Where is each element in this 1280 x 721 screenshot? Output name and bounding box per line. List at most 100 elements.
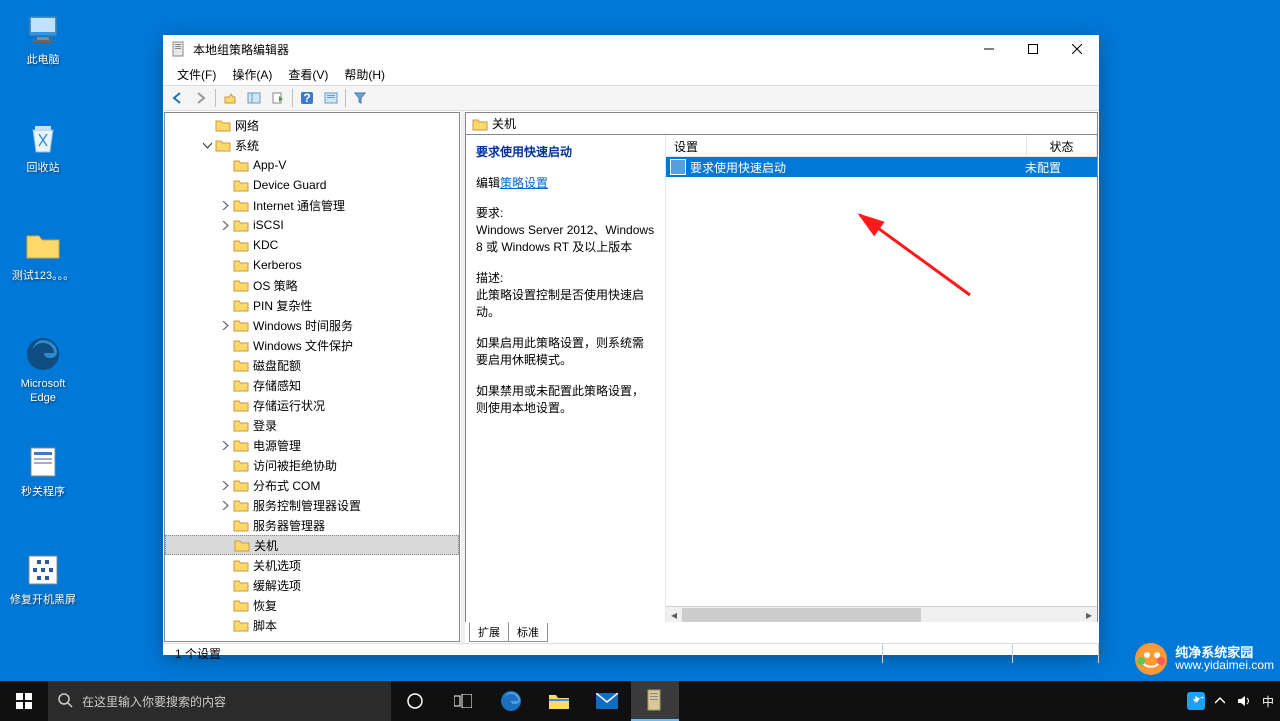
back-button[interactable] (165, 87, 189, 109)
tree-item[interactable]: 访问被拒绝协助 (165, 455, 459, 475)
tree-spacer (219, 239, 231, 251)
tree-item[interactable]: Device Guard (165, 175, 459, 195)
chevron-right-icon[interactable] (219, 199, 231, 211)
menu-help[interactable]: 帮助(H) (336, 64, 393, 85)
desktop-icon-app[interactable]: 秒关程序 (8, 442, 78, 499)
export-button[interactable] (266, 87, 290, 109)
tree-item[interactable]: 关机 (165, 535, 459, 555)
menu-action[interactable]: 操作(A) (224, 64, 280, 85)
desktop-icon-edge[interactable]: Microsoft Edge (8, 334, 78, 405)
tree-item[interactable]: Kerberos (165, 255, 459, 275)
tree-item-label: 系统 (235, 137, 259, 154)
tree-pane[interactable]: 网络系统App-VDevice Guard Internet 通信管理iSCSI K… (164, 112, 460, 642)
taskview-button[interactable] (439, 681, 487, 721)
fix-icon (23, 550, 63, 590)
tray-chevron-up-icon[interactable] (1208, 681, 1232, 721)
tree-item[interactable]: iSCSI (165, 215, 459, 235)
description-text: 此策略设置控制是否使用快速启动。 (476, 287, 655, 321)
tree-item[interactable]: 恢复 (165, 595, 459, 615)
tree-item[interactable]: App-V (165, 155, 459, 175)
desktop-icon-label: 回收站 (8, 161, 78, 175)
desktop-icon-label: 测试123。。。 (8, 269, 78, 283)
minimize-button[interactable] (967, 35, 1011, 63)
tree-spacer (219, 419, 231, 431)
tree-item-label: 关机选项 (253, 557, 301, 574)
tree-item[interactable]: 关机选项 (165, 555, 459, 575)
taskbar-edge[interactable] (487, 681, 535, 721)
edit-policy-link[interactable]: 策略设置 (500, 176, 548, 190)
tree-item[interactable]: 网络 (165, 115, 459, 135)
tree-item[interactable]: 服务器管理器 (165, 515, 459, 535)
folder-icon (233, 338, 249, 352)
properties-button[interactable] (319, 87, 343, 109)
menu-view[interactable]: 查看(V) (280, 64, 336, 85)
cortana-button[interactable] (391, 681, 439, 721)
tree-item[interactable]: 分布式 COM (165, 475, 459, 495)
scroll-thumb[interactable] (682, 608, 921, 622)
taskbar: 在这里输入你要搜索的内容 中 (0, 681, 1280, 721)
tree-spacer (219, 599, 231, 611)
tree-spacer (219, 299, 231, 311)
tree-item[interactable]: 电源管理 (165, 435, 459, 455)
tree-item-label: KDC (253, 238, 278, 252)
chevron-right-icon[interactable] (219, 479, 231, 491)
tray-twitter-icon[interactable] (1184, 681, 1208, 721)
tree-item[interactable]: PIN 复杂性 (165, 295, 459, 315)
tree-item[interactable]: 系统 (165, 135, 459, 155)
taskbar-gpedit[interactable] (631, 681, 679, 721)
tree-item[interactable]: 磁盘配额 (165, 355, 459, 375)
desktop-icon-fix[interactable]: 修复开机黑屏 (8, 550, 78, 607)
taskbar-mail[interactable] (583, 681, 631, 721)
list-header: 设置 状态 (666, 135, 1097, 157)
help-button[interactable]: ? (295, 87, 319, 109)
start-button[interactable] (0, 681, 48, 721)
tree-item[interactable]: 存储感知 (165, 375, 459, 395)
tab-standard[interactable]: 标准 (508, 623, 548, 642)
tree-item[interactable]: Internet 通信管理 (165, 195, 459, 215)
chevron-right-icon[interactable] (219, 219, 231, 231)
show-hide-button[interactable] (242, 87, 266, 109)
policy-row[interactable]: 要求使用快速启动 未配置 (666, 157, 1097, 177)
tree-item[interactable]: OS 策略 (165, 275, 459, 295)
tree-item[interactable]: 登录 (165, 415, 459, 435)
tree-item[interactable]: KDC (165, 235, 459, 255)
filter-button[interactable] (348, 87, 372, 109)
tree-item-label: Windows 时间服务 (253, 317, 353, 334)
scroll-left-icon[interactable]: ◂ (666, 607, 682, 623)
tree-item[interactable]: 存储运行状况 (165, 395, 459, 415)
desktop-icon-folder[interactable]: 测试123。。。 (8, 226, 78, 283)
tree-item[interactable]: 服务控制管理器设置 (165, 495, 459, 515)
tab-extended[interactable]: 扩展 (469, 622, 509, 642)
folder-icon (233, 558, 249, 572)
column-name[interactable]: 设置 (666, 135, 1027, 156)
chevron-down-icon[interactable] (201, 139, 213, 151)
close-button[interactable] (1055, 35, 1099, 63)
taskbar-explorer[interactable] (535, 681, 583, 721)
maximize-button[interactable] (1011, 35, 1055, 63)
tree-item-label: Internet 通信管理 (253, 197, 345, 214)
folder-icon (233, 298, 249, 312)
column-status[interactable]: 状态 (1027, 135, 1097, 156)
tree-item[interactable]: Windows 时间服务 (165, 315, 459, 335)
folder-icon (233, 618, 249, 632)
desktop: 此电脑 回收站 测试123。。。 Microsoft Edge 秒关程序 修复开… (0, 0, 1280, 721)
forward-button[interactable] (189, 87, 213, 109)
tray-ime[interactable]: 中 (1256, 681, 1280, 721)
menu-file[interactable]: 文件(F) (169, 64, 224, 85)
desktop-icon-recycle[interactable]: 回收站 (8, 118, 78, 175)
search-box[interactable]: 在这里输入你要搜索的内容 (48, 681, 391, 721)
up-button[interactable] (218, 87, 242, 109)
chevron-right-icon[interactable] (219, 439, 231, 451)
chevron-right-icon[interactable] (219, 319, 231, 331)
tree-item[interactable]: 脚本 (165, 615, 459, 635)
titlebar[interactable]: 本地组策略编辑器 (163, 35, 1099, 63)
chevron-right-icon[interactable] (219, 499, 231, 511)
tree-item[interactable]: Windows 文件保护 (165, 335, 459, 355)
desktop-icon-pc[interactable]: 此电脑 (8, 10, 78, 67)
horizontal-scrollbar[interactable]: ◂ ▸ (666, 606, 1097, 622)
tray-volume-icon[interactable] (1232, 681, 1256, 721)
status-count: 1 个设置 (167, 644, 883, 663)
tree-item[interactable]: 缓解选项 (165, 575, 459, 595)
scroll-right-icon[interactable]: ▸ (1081, 607, 1097, 623)
tree-spacer (201, 119, 213, 131)
